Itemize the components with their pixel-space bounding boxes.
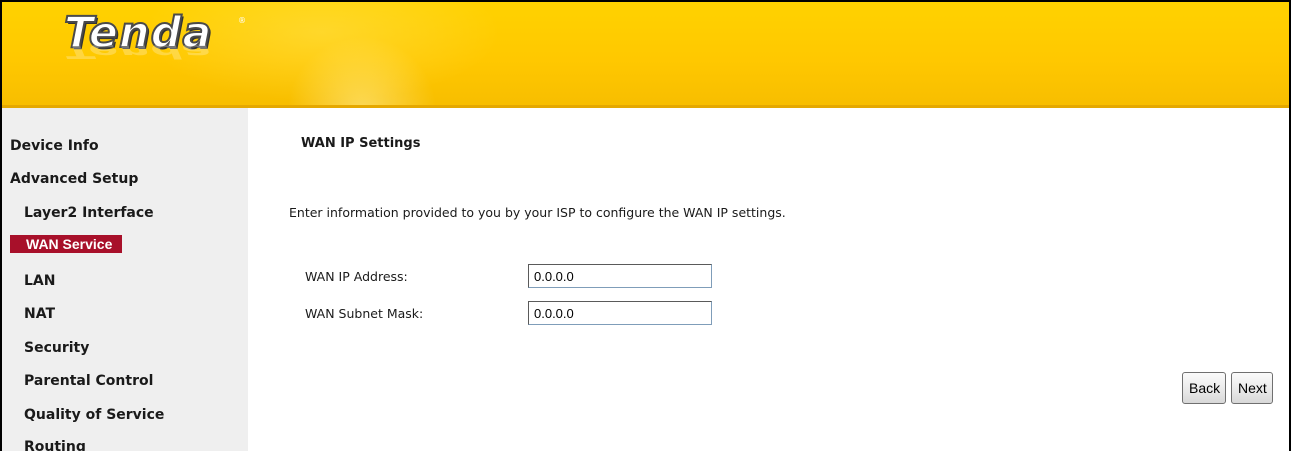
registered-mark: ® — [238, 16, 246, 25]
header-banner: Tenda Tenda ® — [2, 2, 1289, 108]
next-button[interactable]: Next — [1231, 372, 1273, 404]
sidebar-item-device-info[interactable]: Device Info — [10, 138, 99, 154]
wan-ip-address-label: WAN IP Address: — [305, 269, 408, 284]
sidebar-item-security[interactable]: Security — [24, 340, 89, 356]
router-admin-window: Tenda Tenda ® Device Info Advanced Setup… — [0, 0, 1291, 451]
sidebar-item-wan-service[interactable]: WAN Service — [10, 235, 123, 253]
sidebar-item-routing[interactable]: Routing — [24, 439, 86, 451]
sidebar-item-quality-of-service[interactable]: Quality of Service — [24, 407, 164, 423]
sidebar-item-advanced-setup[interactable]: Advanced Setup — [10, 171, 138, 187]
back-button[interactable]: Back — [1182, 372, 1226, 404]
page-description: Enter information provided to you by you… — [289, 205, 786, 220]
tenda-logo-reflection: Tenda — [64, 39, 213, 62]
sidebar-item-layer2-interface[interactable]: Layer2 Interface — [24, 205, 154, 221]
sidebar-item-parental-control[interactable]: Parental Control — [24, 373, 153, 389]
main-content: WAN IP Settings Enter information provid… — [248, 108, 1289, 451]
sidebar-nav: Device Info Advanced Setup Layer2 Interf… — [2, 108, 248, 451]
sidebar-item-nat[interactable]: NAT — [24, 306, 55, 322]
wan-ip-address-input[interactable] — [528, 264, 712, 288]
sidebar-item-lan[interactable]: LAN — [24, 273, 55, 289]
wan-subnet-mask-label: WAN Subnet Mask: — [305, 306, 424, 321]
wan-subnet-mask-input[interactable] — [528, 301, 712, 325]
page-title: WAN IP Settings — [301, 136, 421, 151]
